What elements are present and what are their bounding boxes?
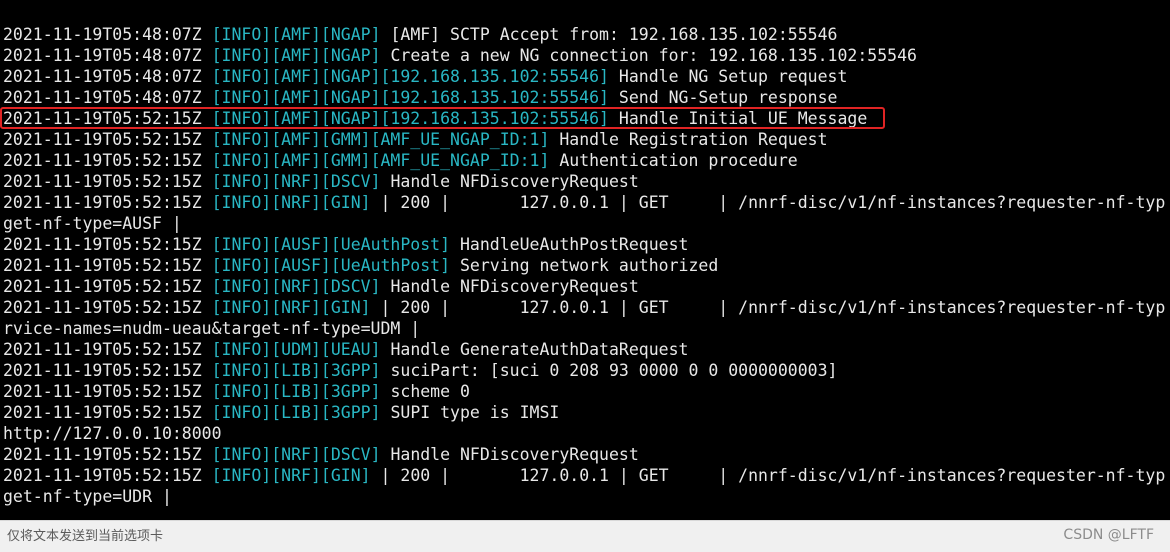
log-timestamp: 2021-11-19T05:52:15Z bbox=[3, 403, 212, 422]
log-message: Handle NG Setup request bbox=[608, 67, 848, 86]
send-text-input[interactable] bbox=[7, 521, 1007, 552]
log-message: scheme 0 bbox=[380, 382, 470, 401]
log-lines: 2021-11-19T05:48:07Z [INFO][AMF][NGAP] [… bbox=[0, 24, 1170, 507]
log-line: http://127.0.0.10:8000 bbox=[3, 423, 1170, 444]
log-message: | 200 | 127.0.0.1 | GET | /nnrf-disc/v1/… bbox=[370, 193, 1166, 212]
log-line: 2021-11-19T05:52:15Z [INFO][LIB][3GPP] S… bbox=[3, 402, 1170, 423]
log-timestamp: 2021-11-19T05:52:15Z bbox=[3, 445, 212, 464]
log-timestamp: 2021-11-19T05:52:15Z bbox=[3, 298, 212, 317]
log-message: Handle NFDiscoveryRequest bbox=[380, 445, 639, 464]
log-message: rvice-names=nudm-ueau&target-nf-type=UDM… bbox=[3, 319, 421, 338]
log-timestamp: 2021-11-19T05:52:15Z bbox=[3, 235, 212, 254]
log-line: 2021-11-19T05:52:15Z [INFO][LIB][3GPP] s… bbox=[3, 381, 1170, 402]
log-timestamp: 2021-11-19T05:52:15Z bbox=[3, 109, 212, 128]
log-tag: [INFO][LIB][3GPP] bbox=[211, 382, 381, 401]
log-line: 2021-11-19T05:52:15Z [INFO][NRF][DSCV] H… bbox=[3, 444, 1170, 465]
log-timestamp: 2021-11-19T05:52:15Z bbox=[3, 361, 212, 380]
log-tag: [INFO][UDM][UEAU] bbox=[211, 340, 381, 359]
log-timestamp: 2021-11-19T05:52:15Z bbox=[3, 172, 212, 191]
log-timestamp: 2021-11-19T05:52:15Z bbox=[3, 256, 212, 275]
log-timestamp: 2021-11-19T05:52:15Z bbox=[3, 340, 212, 359]
log-line: 2021-11-19T05:48:07Z [INFO][AMF][NGAP] C… bbox=[3, 45, 1170, 66]
log-tag: [INFO][NRF][DSCV] bbox=[211, 172, 381, 191]
log-line: 2021-11-19T05:52:15Z [INFO][AMF][GMM][AM… bbox=[3, 150, 1170, 171]
log-line: 2021-11-19T05:52:15Z [INFO][AUSF][UeAuth… bbox=[3, 255, 1170, 276]
log-tag: [INFO][AUSF][UeAuthPost] bbox=[211, 235, 451, 254]
log-message: Create a new NG connection for: 192.168.… bbox=[380, 46, 917, 65]
log-timestamp: 2021-11-19T05:48:07Z bbox=[3, 25, 212, 44]
log-tag: [INFO][AMF][GMM][AMF_UE_NGAP_ID:1] bbox=[211, 130, 550, 149]
log-message: SUPI type is IMSI bbox=[380, 403, 560, 422]
log-tag: [INFO][AMF][NGAP][192.168.135.102:55546] bbox=[211, 67, 609, 86]
log-line: 2021-11-19T05:52:15Z [INFO][NRF][GIN] | … bbox=[3, 465, 1170, 486]
log-line: get-nf-type=AUSF | bbox=[3, 213, 1170, 234]
log-tag: [INFO][LIB][3GPP] bbox=[211, 403, 381, 422]
csdn-watermark: CSDN @LFTF bbox=[1063, 527, 1154, 543]
log-line: 2021-11-19T05:52:15Z [INFO][LIB][3GPP] s… bbox=[3, 360, 1170, 381]
log-message: [AMF] SCTP Accept from: 192.168.135.102:… bbox=[380, 25, 838, 44]
log-message: Handle Initial UE Message bbox=[608, 109, 868, 128]
log-timestamp: 2021-11-19T05:52:15Z bbox=[3, 151, 212, 170]
log-message: Handle GenerateAuthDataRequest bbox=[380, 340, 689, 359]
log-line: 2021-11-19T05:52:15Z [INFO][NRF][GIN] | … bbox=[3, 297, 1170, 318]
log-tag: [INFO][NRF][DSCV] bbox=[211, 445, 381, 464]
log-tag: [INFO][NRF][DSCV] bbox=[211, 277, 381, 296]
log-message: http://127.0.0.10:8000 bbox=[3, 424, 222, 443]
log-tag: [INFO][NRF][GIN] bbox=[211, 466, 371, 485]
log-line-highlighted: 2021-11-19T05:52:15Z [INFO][AMF][NGAP][1… bbox=[0, 107, 1170, 129]
log-line: 2021-11-19T05:48:07Z [INFO][AMF][NGAP] [… bbox=[3, 24, 1170, 45]
terminal-output[interactable]: 2021-11-19T05:48:07Z [INFO][AMF][NGAP] [… bbox=[0, 0, 1170, 520]
log-line: 2021-11-19T05:52:15Z [INFO][AMF][GMM][AM… bbox=[3, 129, 1170, 150]
log-message: Handle NFDiscoveryRequest bbox=[380, 277, 639, 296]
log-line: 2021-11-19T05:52:15Z [INFO][UDM][UEAU] H… bbox=[3, 339, 1170, 360]
log-line: 2021-11-19T05:52:15Z [INFO][NRF][DSCV] H… bbox=[3, 276, 1170, 297]
log-message: Serving network authorized bbox=[450, 256, 719, 275]
log-message: get-nf-type=UDR | bbox=[3, 487, 172, 506]
log-tag: [INFO][AMF][NGAP][192.168.135.102:55546] bbox=[211, 88, 609, 107]
log-tag: [INFO][LIB][3GPP] bbox=[211, 361, 381, 380]
log-line: 2021-11-19T05:48:07Z [INFO][AMF][NGAP][1… bbox=[3, 66, 1170, 87]
send-text-bar: CSDN @LFTF bbox=[0, 520, 1170, 552]
log-timestamp: 2021-11-19T05:52:15Z bbox=[3, 193, 212, 212]
log-message: suciPart: [suci 0 208 93 0000 0 0 000000… bbox=[380, 361, 838, 380]
log-timestamp: 2021-11-19T05:52:15Z bbox=[3, 277, 212, 296]
log-timestamp: 2021-11-19T05:48:07Z bbox=[3, 88, 212, 107]
log-line: 2021-11-19T05:48:07Z [INFO][AMF][NGAP][1… bbox=[3, 87, 1170, 108]
log-tag: [INFO][AMF][NGAP][192.168.135.102:55546] bbox=[211, 109, 609, 128]
log-line: 2021-11-19T05:52:15Z [INFO][AUSF][UeAuth… bbox=[3, 234, 1170, 255]
log-tag: [INFO][NRF][GIN] bbox=[211, 298, 371, 317]
log-tag: [INFO][NRF][GIN] bbox=[211, 193, 371, 212]
log-timestamp: 2021-11-19T05:52:15Z bbox=[3, 382, 212, 401]
log-line: get-nf-type=UDR | bbox=[3, 486, 1170, 507]
log-tag: [INFO][AUSF][UeAuthPost] bbox=[211, 256, 451, 275]
log-message: | 200 | 127.0.0.1 | GET | /nnrf-disc/v1/… bbox=[370, 298, 1166, 317]
log-line: rvice-names=nudm-ueau&target-nf-type=UDM… bbox=[3, 318, 1170, 339]
log-timestamp: 2021-11-19T05:52:15Z bbox=[3, 130, 212, 149]
log-message: | 200 | 127.0.0.1 | GET | /nnrf-disc/v1/… bbox=[370, 466, 1166, 485]
log-message: Handle Registration Request bbox=[549, 130, 828, 149]
log-message: Authentication procedure bbox=[549, 151, 798, 170]
log-line: 2021-11-19T05:52:15Z [INFO][NRF][GIN] | … bbox=[3, 192, 1170, 213]
log-timestamp: 2021-11-19T05:52:15Z bbox=[3, 466, 212, 485]
log-message: get-nf-type=AUSF | bbox=[3, 214, 182, 233]
log-message: HandleUeAuthPostRequest bbox=[450, 235, 689, 254]
log-timestamp: 2021-11-19T05:48:07Z bbox=[3, 46, 212, 65]
log-message: Send NG-Setup response bbox=[608, 88, 838, 107]
log-line: 2021-11-19T05:52:15Z [INFO][NRF][DSCV] H… bbox=[3, 171, 1170, 192]
log-tag: [INFO][AMF][GMM][AMF_UE_NGAP_ID:1] bbox=[211, 151, 550, 170]
log-timestamp: 2021-11-19T05:48:07Z bbox=[3, 67, 212, 86]
log-tag: [INFO][AMF][NGAP] bbox=[211, 25, 381, 44]
log-tag: [INFO][AMF][NGAP] bbox=[211, 46, 381, 65]
log-message: Handle NFDiscoveryRequest bbox=[380, 172, 639, 191]
